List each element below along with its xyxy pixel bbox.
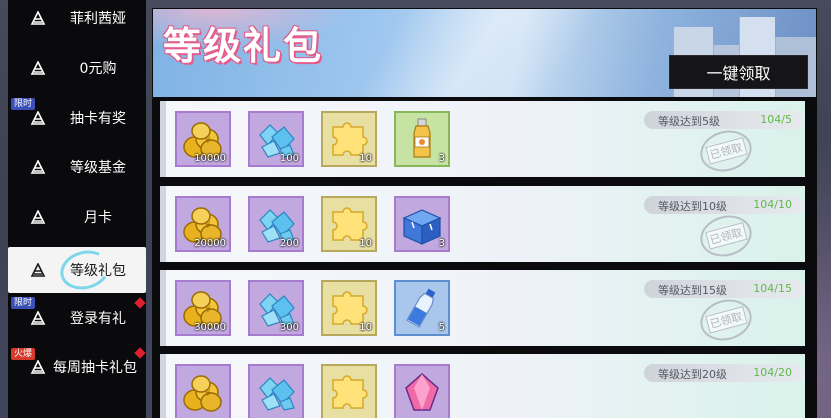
- claimed-stamp-label: 已领取: [704, 306, 748, 334]
- reward-item[interactable]: 10: [321, 196, 377, 252]
- svg-text:¥: ¥: [205, 389, 211, 399]
- sidebar-item-label: 月卡: [84, 210, 112, 226]
- reward-item[interactable]: 3: [394, 196, 450, 252]
- shop-bag-icon: [30, 360, 46, 374]
- sidebar-item-level-pack[interactable]: 等级礼包: [8, 245, 146, 295]
- requirement-text: 等级达到20级: [658, 368, 727, 381]
- milk-bottle-icon: [400, 286, 444, 330]
- progress-text: 104/15: [753, 282, 792, 295]
- reward-item[interactable]: [248, 364, 304, 418]
- reward-item[interactable]: 100: [248, 111, 304, 167]
- progress-text: 104/5: [760, 113, 792, 126]
- blue-crystal-icon: [254, 370, 298, 414]
- requirement-bar: 等级达到5级 104/5: [644, 111, 804, 129]
- item-quantity: 30000: [194, 322, 226, 333]
- sidebar-item-monthly-card[interactable]: 月卡: [8, 194, 146, 240]
- reward-item[interactable]: 5: [394, 280, 450, 336]
- shop-bag-icon: [30, 263, 46, 277]
- sidebar-item-zero-yuan[interactable]: 0元购: [8, 45, 146, 91]
- item-quantity: 20000: [194, 238, 226, 249]
- sidebar: 菲利茜娅 0元购 限时 抽卡有奖 等级基金 月卡 等级礼包 限时 登录有礼 火爆…: [8, 0, 146, 418]
- sidebar-item-label: 抽卡有奖: [70, 111, 126, 127]
- claimed-stamp: 已领取: [695, 209, 757, 263]
- progress-text: 104/20: [753, 366, 792, 379]
- item-quantity: 10: [359, 153, 372, 164]
- reward-item[interactable]: 10: [321, 111, 377, 167]
- limited-tag: 限时: [11, 297, 36, 309]
- shop-bag-icon: [30, 210, 46, 224]
- reward-item[interactable]: ¥10000: [175, 111, 231, 167]
- reward-row: ¥10000 100 10 3 等级达到5级 104/5 已领取: [160, 101, 805, 178]
- requirement-bar: 等级达到15级 104/15: [644, 280, 804, 298]
- claim-all-button[interactable]: 一键领取: [669, 55, 808, 89]
- claimed-stamp-label: 已领取: [704, 137, 748, 165]
- hot-tag: 火爆: [11, 348, 36, 360]
- reward-item[interactable]: 10: [321, 280, 377, 336]
- sidebar-item-draw-reward[interactable]: 限时 抽卡有奖: [8, 95, 146, 141]
- reward-item[interactable]: 200: [248, 196, 304, 252]
- reward-item[interactable]: ¥30000: [175, 280, 231, 336]
- gift-box-icon: [400, 202, 444, 246]
- sidebar-item-label: 等级基金: [70, 160, 126, 176]
- sidebar-item-weekly-draw-pack[interactable]: 火爆 每周抽卡礼包: [8, 344, 146, 390]
- requirement-text: 等级达到5级: [658, 115, 720, 128]
- shop-bag-icon: [30, 111, 46, 125]
- sidebar-item-label: 每周抽卡礼包: [53, 360, 137, 376]
- sidebar-item-label: 菲利茜娅: [70, 11, 126, 27]
- puzzle-piece-icon: [327, 370, 371, 414]
- shop-bag-icon: [30, 311, 46, 325]
- sidebar-item-label: 登录有礼: [70, 311, 126, 327]
- shop-bag-icon: [30, 160, 46, 174]
- item-quantity: 300: [279, 322, 299, 333]
- reward-item[interactable]: ¥20000: [175, 196, 231, 252]
- requirement-text: 等级达到15级: [658, 284, 727, 297]
- sidebar-item-label: 等级礼包: [70, 263, 126, 279]
- reward-row: ¥20000 200 10 3 等级达到10级 104/10 已领取: [160, 186, 805, 263]
- item-quantity: 5: [438, 322, 445, 333]
- item-quantity: 10000: [194, 153, 226, 164]
- svg-text:¥: ¥: [205, 305, 211, 315]
- item-quantity: 3: [438, 153, 445, 164]
- gold-coins-icon: ¥: [181, 370, 225, 414]
- juice-bottle-icon: [400, 117, 444, 161]
- progress-text: 104/10: [753, 198, 792, 211]
- item-quantity: 10: [359, 322, 372, 333]
- reward-item[interactable]: [394, 364, 450, 418]
- item-quantity: 3: [438, 238, 445, 249]
- page-title: 等级礼包: [163, 24, 324, 68]
- item-quantity: 10: [359, 238, 372, 249]
- shop-bag-icon: [30, 61, 46, 75]
- item-quantity: 200: [279, 238, 299, 249]
- svg-text:¥: ¥: [205, 136, 211, 146]
- requirement-bar: 等级达到10级 104/10: [644, 196, 804, 214]
- reward-item[interactable]: 3: [394, 111, 450, 167]
- notification-dot: [134, 297, 146, 309]
- sidebar-item-level-fund[interactable]: 等级基金: [8, 144, 146, 190]
- requirement-bar: 等级达到20级 104/20: [644, 364, 804, 382]
- claimed-stamp: 已领取: [695, 124, 757, 178]
- sidebar-item-label: 0元购: [79, 61, 117, 77]
- item-quantity: 100: [279, 153, 299, 164]
- reward-item[interactable]: 300: [248, 280, 304, 336]
- sidebar-item-felicia[interactable]: 菲利茜娅: [8, 0, 146, 41]
- limited-tag: 限时: [11, 98, 36, 110]
- light-streak: [273, 9, 673, 97]
- shop-bag-icon: [30, 11, 46, 25]
- sidebar-item-login-gift[interactable]: 限时 登录有礼: [8, 295, 146, 341]
- requirement-text: 等级达到10级: [658, 200, 727, 213]
- reward-item[interactable]: ¥: [175, 364, 231, 418]
- reward-row: ¥ 等级达到20级 104/20: [160, 354, 805, 418]
- svg-text:¥: ¥: [205, 221, 211, 231]
- claimed-stamp-label: 已领取: [704, 222, 748, 250]
- claimed-stamp: 已领取: [695, 293, 757, 347]
- reward-item[interactable]: [321, 364, 377, 418]
- reward-row: ¥30000 300 10 5 等级达到15级 104/15 已领取: [160, 270, 805, 347]
- crystal-gem-icon: [400, 370, 444, 414]
